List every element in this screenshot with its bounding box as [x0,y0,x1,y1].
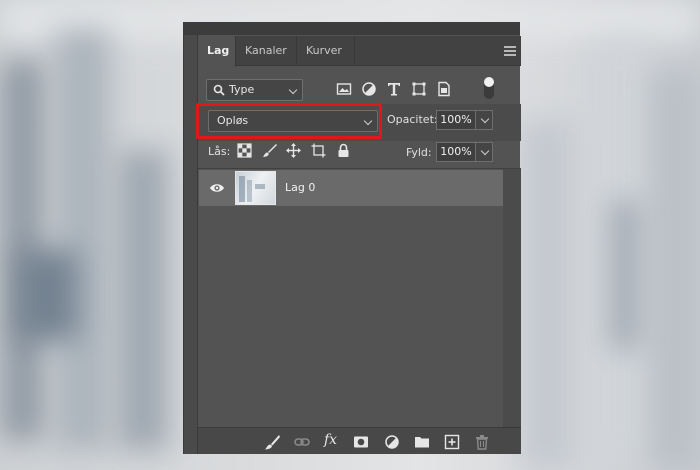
fill-label: Fyld: [406,146,432,159]
adjustment-layer-icon[interactable] [384,434,400,450]
layer-thumbnail [235,171,276,205]
scrollbar-track[interactable] [503,169,521,427]
fill-dropdown-button[interactable] [476,142,493,162]
lock-label: Lås: [208,145,231,158]
fill-input[interactable]: 100% [436,142,476,162]
link-icon[interactable] [294,434,310,450]
chevron-down-icon [480,146,490,156]
background-building [650,70,700,470]
layer-row[interactable]: Lag 0 [199,170,503,206]
chevron-down-icon [288,85,298,95]
tab-kanaler[interactable]: Kanaler [236,36,297,66]
lock-transparent-icon[interactable] [237,143,252,158]
search-icon [213,84,225,96]
layer-name[interactable]: Lag 0 [285,181,315,194]
tab-kurver[interactable]: Kurver [297,36,355,66]
chevron-down-icon [480,114,490,124]
lock-position-icon[interactable] [286,143,301,158]
background-building [55,30,110,450]
filter-kind-label: Type [229,83,255,96]
lock-image-icon[interactable] [262,143,277,158]
panel-dock-strip [184,35,198,454]
background-building [610,200,640,350]
fx-icon[interactable]: fx [324,432,337,448]
folder-icon[interactable] [414,434,430,450]
trash-icon[interactable] [474,434,490,450]
layer-filter-select[interactable]: Type [206,79,303,101]
panel-footer: fx [198,427,521,454]
tab-lag[interactable]: Lag [198,36,236,67]
shape-filter-icon[interactable] [411,80,427,98]
toggle-knob [484,77,494,87]
opacity-input[interactable]: 100% [436,110,476,130]
smart-object-filter-icon[interactable] [436,80,452,98]
eye-icon[interactable] [209,181,225,195]
new-layer-icon[interactable] [444,434,460,450]
highlight-box [196,103,382,139]
adjustment-filter-icon[interactable] [361,80,377,98]
pixel-filter-icon[interactable] [336,80,352,98]
panel-title-bar[interactable] [184,22,520,35]
lock-artboard-icon[interactable] [311,143,326,158]
panel-menu-icon[interactable] [504,46,516,56]
layers-panel: Lag Kanaler Kurver Type Opløs Opacitet: … [183,22,521,454]
opacity-dropdown-button[interactable] [476,110,493,130]
background-building [520,120,575,470]
background-building [118,150,168,450]
lock-all-icon[interactable] [336,143,351,158]
brush-icon[interactable] [264,434,280,450]
mask-icon[interactable] [353,434,369,450]
divider [198,168,521,169]
type-filter-icon[interactable] [386,80,402,98]
filter-toggle[interactable] [484,77,494,99]
panel-tabs: Lag Kanaler Kurver [198,36,521,67]
opacity-label: Opacitet: [387,113,438,126]
background-building [18,250,78,340]
